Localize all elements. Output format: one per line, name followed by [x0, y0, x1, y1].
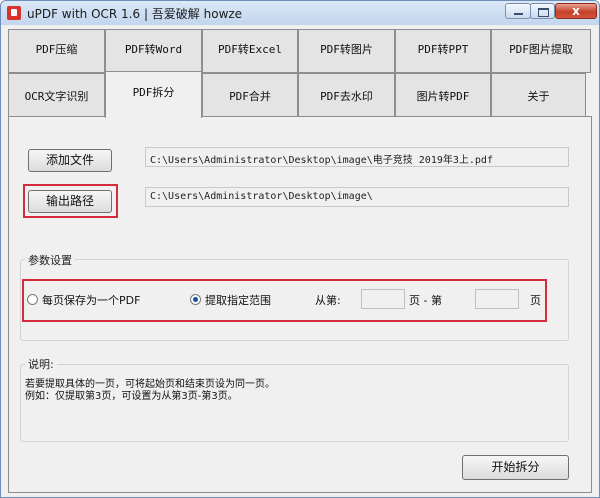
- tab-pdf-image-extract[interactable]: PDF图片提取: [491, 29, 591, 73]
- from-page-input[interactable]: [361, 289, 405, 309]
- radio-icon[interactable]: [190, 294, 201, 305]
- minimize-button[interactable]: [505, 3, 531, 19]
- tab-pdf-merge[interactable]: PDF合并: [202, 73, 298, 117]
- to-page-input[interactable]: [475, 289, 519, 309]
- params-group-label: 参数设置: [25, 252, 75, 268]
- pdf-app-icon: [7, 6, 21, 20]
- output-path-button[interactable]: 输出路径: [28, 190, 112, 213]
- tab-pdf-split[interactable]: PDF拆分: [105, 71, 202, 118]
- notes-line-2: 例如：仅提取第3页，可设置为从第3页-第3页。: [25, 391, 238, 402]
- tab-pdf-to-image[interactable]: PDF转图片: [298, 29, 395, 73]
- notes-group-label: 说明:: [25, 356, 57, 372]
- minimize-icon: [514, 13, 523, 15]
- tab-pdf-to-ppt[interactable]: PDF转PPT: [395, 29, 491, 73]
- title-bar[interactable]: uPDF with OCR 1.6 | 吾爱破解 howze x: [1, 1, 599, 25]
- close-button[interactable]: x: [555, 3, 597, 19]
- start-split-button[interactable]: 开始拆分: [462, 455, 569, 480]
- maximize-icon: [538, 8, 549, 17]
- tab-pdf-to-word[interactable]: PDF转Word: [105, 29, 202, 73]
- close-icon: x: [572, 4, 580, 18]
- input-file-path-field[interactable]: C:\Users\Administrator\Desktop\image\电子竞…: [145, 147, 569, 167]
- from-page-label: 从第:: [315, 294, 341, 307]
- output-path-field[interactable]: C:\Users\Administrator\Desktop\image\: [145, 187, 569, 207]
- range-option-label[interactable]: 提取指定范围: [205, 292, 271, 308]
- tab-ocr[interactable]: OCR文字识别: [8, 73, 105, 117]
- tab-pdf-watermark-remove[interactable]: PDF去水印: [298, 73, 395, 117]
- page-to-label: 页 - 第: [409, 294, 442, 307]
- tab-about[interactable]: 关于: [491, 73, 586, 117]
- maximize-button[interactable]: [530, 3, 555, 19]
- tab-pdf-compress[interactable]: PDF压缩: [8, 29, 105, 73]
- tab-divider: [8, 116, 592, 117]
- each-page-option-label[interactable]: 每页保存为一个PDF: [42, 292, 140, 308]
- radio-icon[interactable]: [27, 294, 38, 305]
- add-file-button[interactable]: 添加文件: [28, 149, 112, 172]
- page-suffix-label: 页: [530, 294, 541, 307]
- app-window: uPDF with OCR 1.6 | 吾爱破解 howze x PDF压缩 P…: [0, 0, 600, 498]
- tab-pdf-to-excel[interactable]: PDF转Excel: [202, 29, 298, 73]
- window-title: uPDF with OCR 1.6 | 吾爱破解 howze: [27, 7, 243, 21]
- tab-image-to-pdf[interactable]: 图片转PDF: [395, 73, 491, 117]
